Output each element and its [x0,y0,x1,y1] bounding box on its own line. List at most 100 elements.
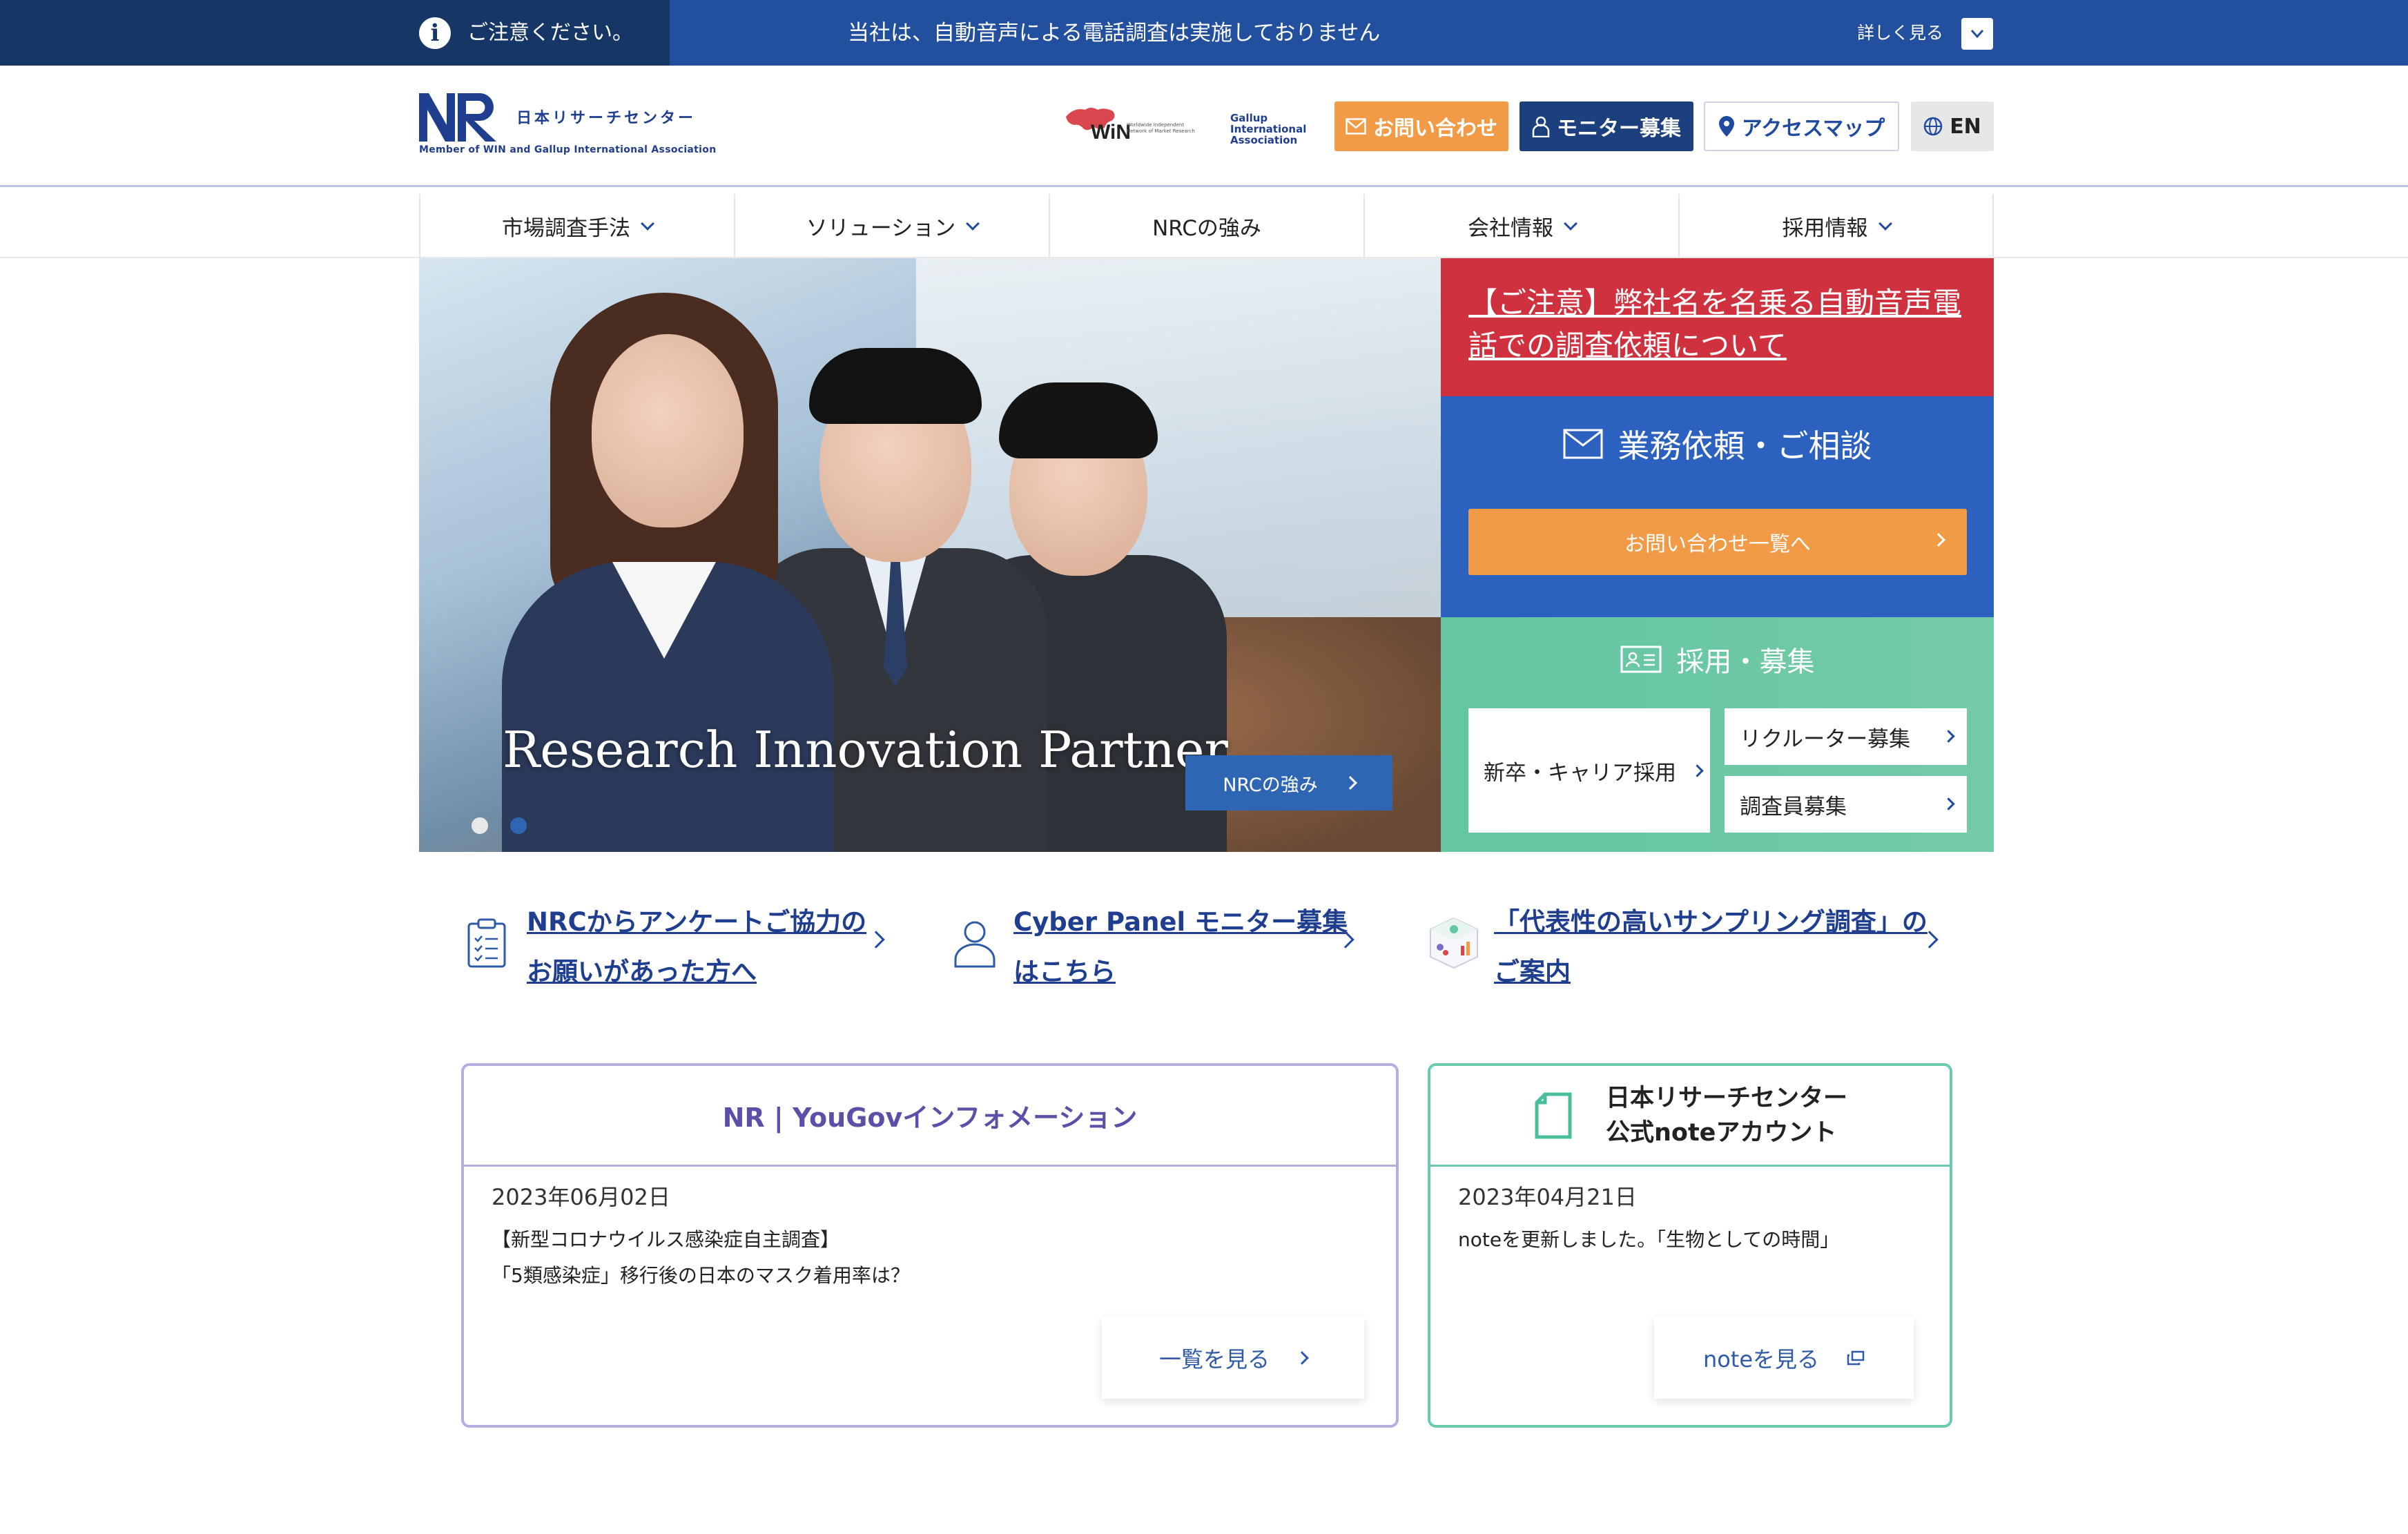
language-label: EN [1950,114,1981,139]
person-icon [954,921,996,968]
nav-item-label: NRCの強み [1152,215,1261,241]
quick-link-sampling-survey[interactable]: 「代表性の高いサンプリング調査」の ご案内 [1426,897,1951,987]
monitor-button-label: モニター募集 [1557,117,1681,141]
nrc-logo[interactable] [419,93,499,142]
chevron-right-icon [867,931,885,949]
info-icon: i [419,17,451,49]
quick-link-survey-request[interactable]: NRCからアンケートご協力の お願いがあった方へ [466,897,894,987]
view-note-label: noteを見る [1702,1346,1820,1372]
nav-item-careers[interactable]: 採用情報 [1678,194,1994,258]
win-logo-subtext: Worldwide Independent Network of Market … [1127,122,1195,134]
business-title-row: 業務依頼・ご相談 [1441,421,1994,467]
recruit-button-label: リクルーター募集 [1740,726,1911,752]
recruiter-button[interactable]: リクルーター募集 [1725,708,1967,765]
gallup-line-1: Gallup [1230,112,1268,124]
chevron-down-icon [641,217,654,231]
mail-icon [1563,429,1602,459]
recruitment-title: 採用・募集 [1676,646,1815,678]
main-nav: 市場調査手法 ソリューション NRCの強み 会社情報 採用情報 [419,194,1994,258]
hero-tagline: Research Innovation Partner [503,721,1228,779]
map-pin-icon [1718,116,1734,137]
alert-message: 当社は、自動音声による電話調査は実施しておりません [848,21,1381,46]
recruitment-title-row: 採用・募集 [1441,639,1994,679]
site-header: 日本リサーチセンター Member of WIN and Gallup Inte… [0,66,2408,187]
person-icon [1532,116,1550,137]
quick-link-text: Cyber Panel モニター募集 はこちら [1013,897,1348,997]
quick-link-cyber-panel[interactable]: Cyber Panel モニター募集 はこちら [953,897,1367,987]
note-card-title-line-1: 日本リサーチセンター [1605,1084,1847,1112]
view-list-button[interactable]: 一覧を見る [1102,1317,1364,1399]
logo-name-jp: 日本リサーチセンター [516,110,697,127]
gallup-logo[interactable]: Gallup International Association [1230,113,1306,146]
id-card-icon [1620,645,1661,673]
business-title: 業務依頼・ご相談 [1618,427,1872,465]
win-logo-text: WiN [1091,121,1132,144]
chevron-right-icon [1942,730,1955,743]
mail-icon [1346,118,1366,135]
nav-item-solutions[interactable]: ソリューション [734,194,1049,258]
nav-item-strengths[interactable]: NRCの強み [1049,194,1363,258]
quick-link-line-1: Cyber Panel モニター募集 [1013,907,1348,937]
nav-item-company[interactable]: 会社情報 [1363,194,1678,258]
contact-button[interactable]: お問い合わせ [1334,101,1508,151]
access-map-button[interactable]: アクセスマップ [1704,101,1899,151]
yougov-news-date: 2023年06月02日 [492,1184,670,1210]
alert-bar: i ご注意ください。 当社は、自動音声による電話調査は実施しておりません 詳しく… [0,0,2408,66]
note-news-date: 2023年04月21日 [1458,1184,1637,1210]
monitor-recruit-button[interactable]: モニター募集 [1519,101,1693,151]
chevron-down-icon [966,217,980,231]
gallup-line-3: Association [1230,134,1298,146]
quick-link-line-2: ご案内 [1494,957,1571,987]
language-en-button[interactable]: EN [1911,101,1994,151]
alert-expand-button[interactable] [1961,18,1993,50]
yougov-card-header: NR | YouGovインフォメーション [464,1066,1396,1167]
yougov-news-item[interactable]: 【新型コロナウイルス感染症自主調査】 「5類感染症」移行後の日本のマスク着用率は… [492,1222,910,1294]
nav-item-label: ソリューション [806,215,956,241]
slider-dot-1[interactable] [472,817,488,834]
note-card-title: 日本リサーチセンター 公式noteアカウント [1606,1081,1847,1150]
yougov-info-card: NR | YouGovインフォメーション 2023年06月02日 【新型コロナウ… [461,1063,1399,1428]
contact-list-label: お問い合わせ一覧へ [1624,532,1811,556]
quick-link-line-1: NRCからアンケートご協力の [527,907,867,937]
chevron-right-icon [1942,797,1955,810]
logo-subtitle: Member of WIN and Gallup International A… [419,144,717,155]
business-inquiry-panel: 業務依頼・ご相談 お問い合わせ一覧へ [1441,396,1994,617]
cube-chart-icon [1430,917,1478,969]
nav-item-research-methods[interactable]: 市場調査手法 [419,194,734,258]
contact-button-label: お問い合わせ [1373,117,1497,141]
nrc-logo-mark-icon [419,93,496,142]
yougov-news-line-2: 「5類感染症」移行後の日本のマスク着用率は？ [492,1264,910,1287]
fraud-alert-panel: 【ご注意】弊社名を名乗る自動音声電話での調査依頼について [1441,258,1994,396]
quick-link-text: NRCからアンケートご協力の お願いがあった方へ [527,897,866,997]
note-card-header: 日本リサーチセンター 公式noteアカウント [1430,1066,1950,1167]
note-news-item[interactable]: noteを更新しました。「生物としての時間」 [1458,1222,1839,1258]
chevron-right-icon [1343,776,1357,790]
contact-list-button[interactable]: お問い合わせ一覧へ [1468,509,1967,575]
view-note-button[interactable]: noteを見る [1654,1317,1914,1399]
surveyor-button[interactable]: 調査員募集 [1725,776,1967,833]
nav-item-label: 採用情報 [1782,215,1868,241]
slider-dot-2[interactable] [510,817,527,834]
view-list-label: 一覧を見る [1158,1346,1270,1372]
chevron-down-icon [1970,30,1984,39]
hero-slider[interactable]: Research Innovation Partner NRCの強み [419,258,1441,852]
quick-link-line-2: はこちら [1013,957,1116,987]
nav-item-label: 市場調査手法 [502,215,630,241]
win-logo[interactable]: WiN Worldwide Independent Network of Mar… [1063,101,1201,150]
hero-button-label: NRCの強み [1223,774,1318,796]
hero-strengths-button[interactable]: NRCの強み [1185,755,1392,810]
alert-more-link[interactable]: 詳しく見る [1857,21,1943,46]
recruitment-panel: 採用・募集 新卒・キャリア採用 リクルーター募集 調査員募集 [1441,617,1994,852]
yougov-news-line-1: 【新型コロナウイルス感染症自主調査】 [492,1228,840,1251]
chevron-down-icon [1564,217,1577,231]
document-icon [1535,1092,1572,1138]
quick-link-line-1: 「代表性の高いサンプリング調査」の [1494,907,1928,937]
recruit-button-label: 新卒・キャリア採用 [1484,760,1676,786]
external-link-icon [1847,1350,1865,1366]
access-button-label: アクセスマップ [1741,117,1885,141]
recruit-button-label: 調査員募集 [1740,794,1847,819]
new-grad-career-button[interactable]: 新卒・キャリア採用 [1468,708,1710,833]
quick-link-text: 「代表性の高いサンプリング調査」の ご案内 [1494,897,1928,997]
note-card-title-line-2: 公式noteアカウント [1605,1118,1837,1147]
fraud-alert-link[interactable]: 【ご注意】弊社名を名乗る自動音声電話での調査依頼について [1468,282,1966,367]
